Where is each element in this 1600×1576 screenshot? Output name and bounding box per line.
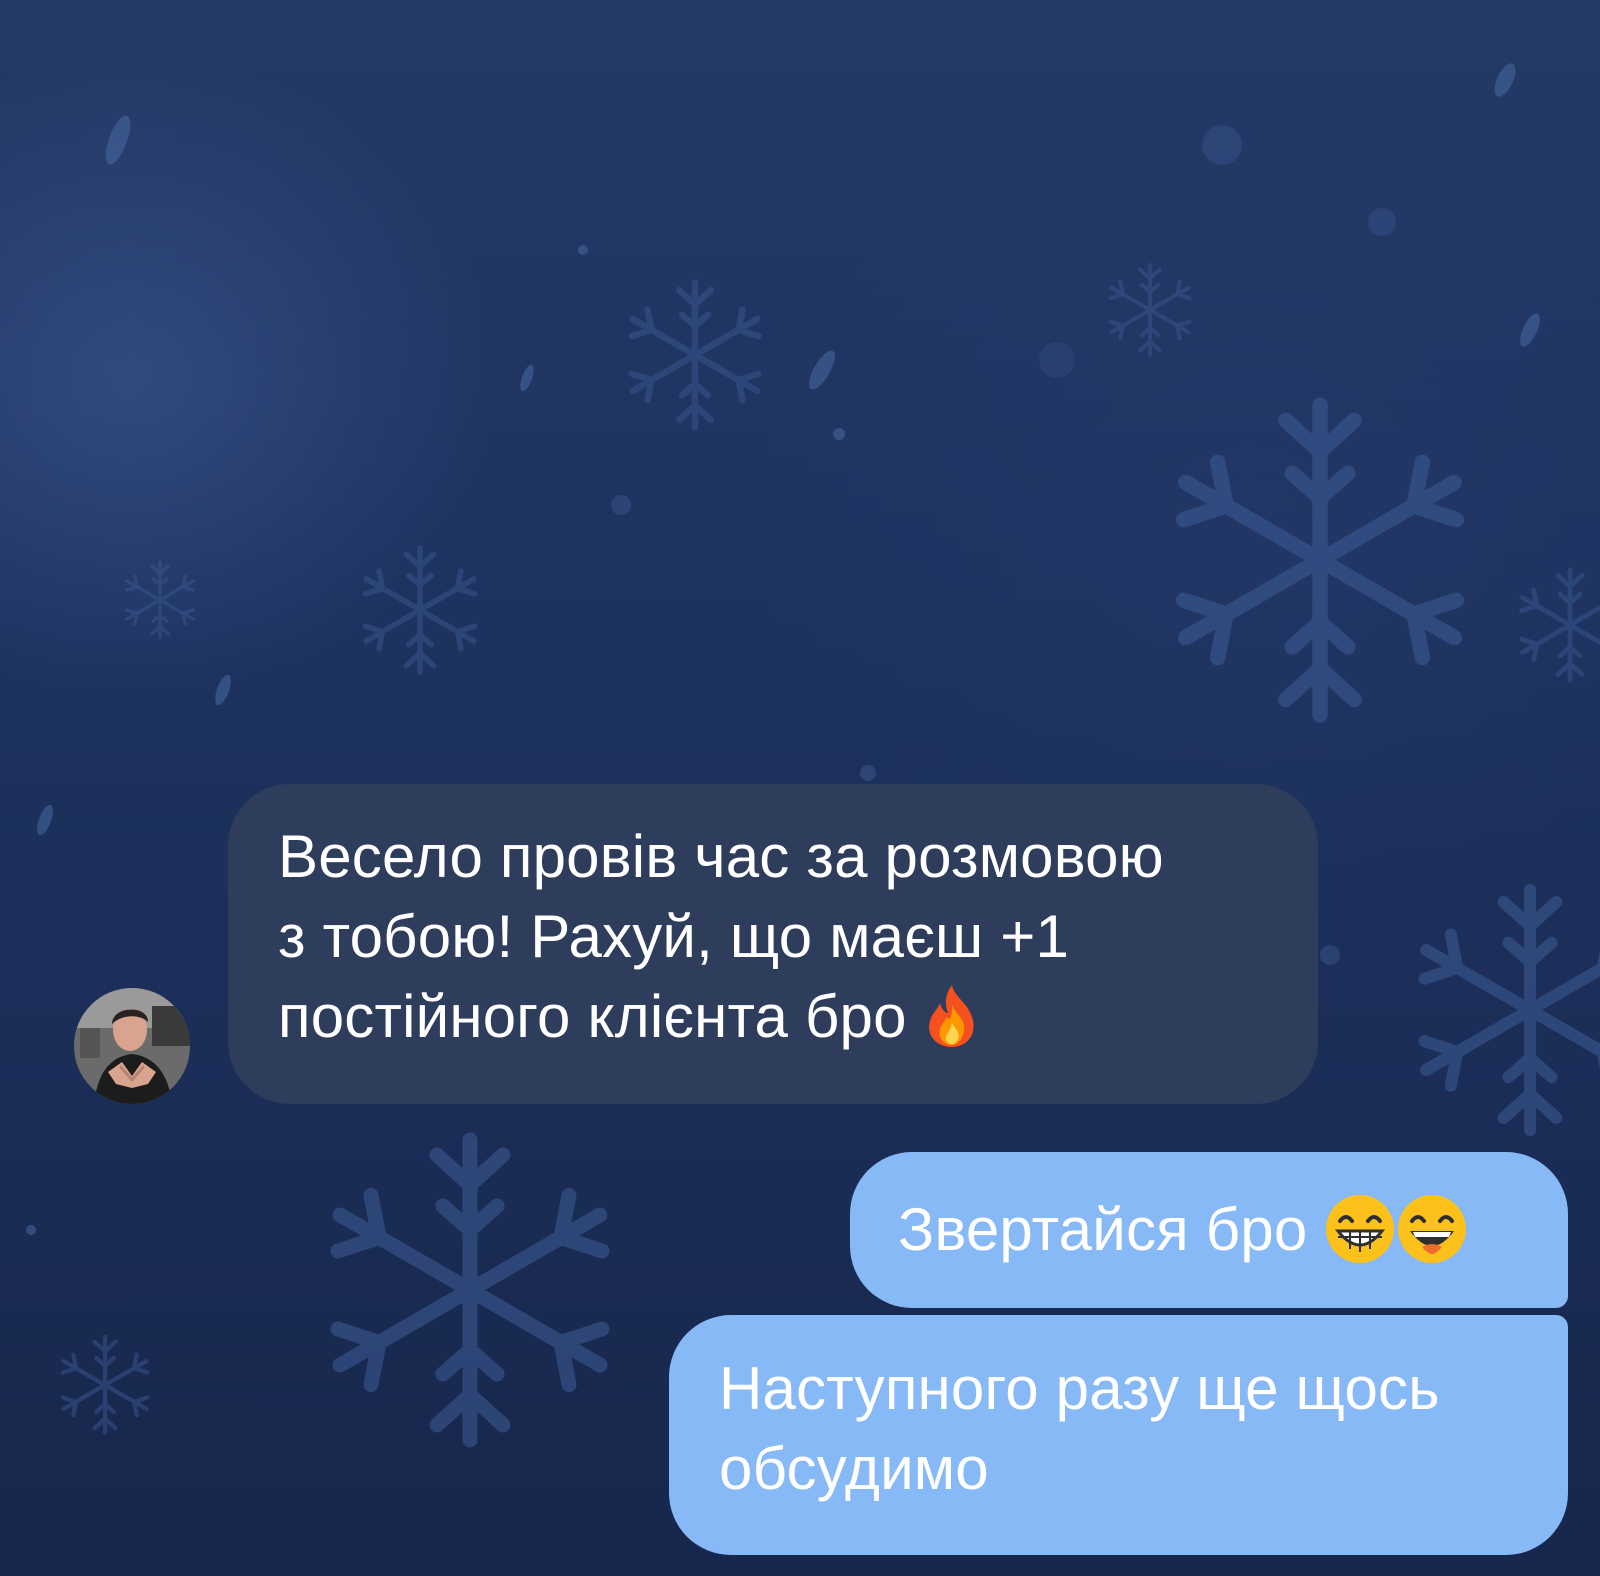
grinning-face-emoji	[1326, 1195, 1395, 1264]
message-text-line: з тобою! Рахуй, що маєш +1	[278, 903, 1070, 970]
message-text-line: Наступного разу ще щось	[719, 1355, 1440, 1422]
outgoing-message-bubble[interactable]: Наступного разу ще щось обсудимо	[669, 1315, 1568, 1555]
incoming-message-bubble[interactable]: Весело провів час за розмовою з тобою! Р…	[228, 784, 1318, 1104]
message-text-segment: постійного клієнта бро	[278, 983, 907, 1050]
fire-emoji	[928, 985, 974, 1048]
contact-avatar[interactable]	[74, 988, 190, 1104]
message-text-line: Звертайся бро	[898, 1190, 1528, 1270]
outgoing-message-bubble[interactable]: Звертайся бро	[850, 1152, 1568, 1308]
message-text-segment: Звертайся бро	[898, 1196, 1308, 1263]
message-text-line: обсудимо	[719, 1435, 989, 1502]
laughing-face-emoji	[1398, 1195, 1467, 1264]
message-text-line: постійного клієнта бро	[278, 977, 1278, 1057]
message-text-line: Весело провів час за розмовою	[278, 823, 1164, 890]
